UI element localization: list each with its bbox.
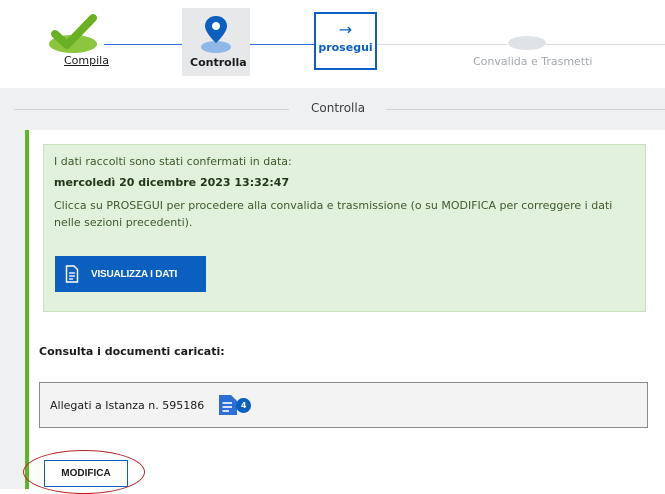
view-data-button[interactable]: VISUALIZZA I DATI [55, 256, 206, 292]
stepper-connector [546, 44, 665, 45]
modifica-button[interactable]: MODIFICA [44, 460, 128, 487]
prosegui-label: prosegui [318, 41, 373, 54]
location-pin-icon [201, 16, 231, 53]
documents-heading: Consulta i documenti caricati: [39, 345, 225, 358]
divider [386, 109, 665, 110]
attachments-row: Allegati a Istanza n. 595186 4 [39, 382, 648, 428]
check-icon [49, 14, 97, 53]
attachments-label: Allegati a Istanza n. 595186 [50, 398, 205, 412]
progress-stepper: Compila Controlla → prosegui Convalida e… [0, 0, 665, 88]
stepper-connector [250, 44, 314, 45]
document-icon [65, 265, 79, 283]
step-convalida-label: Convalida e Trasmetti [473, 55, 593, 68]
attachments-icon[interactable]: 4 [216, 393, 254, 417]
alert-instructions: Clicca su PROSEGUI per procedere alla co… [54, 199, 613, 229]
confirmation-alert: I dati raccolti sono stati confermati in… [43, 144, 646, 312]
step-compila-link[interactable]: Compila [64, 54, 109, 67]
step-controlla-label: Controlla [190, 56, 247, 69]
view-data-label: VISUALIZZA I DATI [91, 268, 178, 280]
confirmation-date: mercoledì 20 dicembre 2023 13:32:47 [54, 176, 290, 189]
stepper-connector [104, 44, 184, 45]
attachments-count-badge: 4 [236, 398, 252, 413]
divider [14, 109, 289, 110]
alert-intro: I dati raccolti sono stati confermati in… [54, 155, 292, 168]
prosegui-button[interactable]: → prosegui [314, 12, 377, 70]
arrow-right-icon: → [338, 20, 353, 39]
controlla-card: I dati raccolti sono stati confermati in… [25, 130, 665, 489]
section-title: Controlla [311, 101, 366, 115]
stepper-connector [377, 44, 507, 45]
step-controlla: Controlla [182, 8, 250, 76]
step-pending-indicator [508, 36, 546, 50]
